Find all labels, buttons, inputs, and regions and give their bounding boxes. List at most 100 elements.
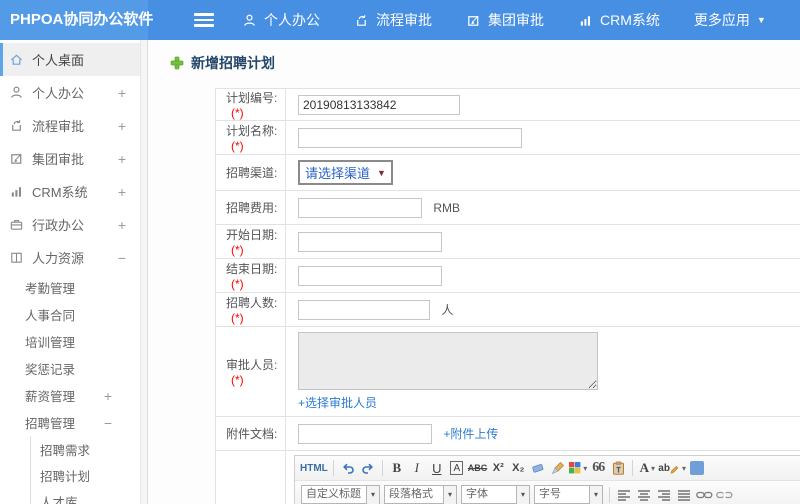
strikethrough-button[interactable]: ABC [468,459,488,477]
headcount-input[interactable] [298,299,430,320]
sidebar-scrollbar[interactable] [140,40,148,504]
expand-icon[interactable]: + [104,388,112,404]
start-date-input[interactable] [298,231,442,252]
align-right-button[interactable] [655,486,673,504]
expand-icon[interactable]: + [118,184,126,200]
hamburger-menu-icon[interactable] [194,10,214,30]
caret-down-icon: ▾ [681,463,686,473]
topnav-personal-office[interactable]: 个人办公 [242,10,320,30]
font-family-dropdown[interactable]: 字体 ▾ [461,485,530,504]
sidebar: 个人桌面 个人办公 + 流程审批 + 集团审批 + CRM系统 + 行政办公 + [0,40,140,504]
sidebar-item-rewards[interactable]: 奖惩记录 [0,355,140,382]
required-mark: (*) [231,243,244,257]
field-label: 招聘人数: [226,296,278,310]
unlink-button[interactable] [715,486,733,504]
person-icon [11,86,22,98]
caret-down-icon[interactable]: ▾ [444,485,457,504]
blockquote-button[interactable]: 66 [589,459,607,477]
sidebar-item-personal-office[interactable]: 个人办公 + [0,76,140,109]
align-center-button[interactable] [635,486,653,504]
sidebar-item-hr-contract[interactable]: 人事合同 [0,301,140,328]
caret-down-icon[interactable]: ▾ [367,485,380,504]
plan-no-input[interactable] [298,94,460,115]
char-border-button[interactable]: A [448,459,466,477]
topnav-crm[interactable]: CRM系统 [578,10,660,30]
collapse-icon[interactable]: − [118,250,126,266]
paragraph-format-dropdown[interactable]: 段落格式 ▾ [384,485,457,504]
caret-down-icon: ▼ [756,15,766,25]
sidebar-item-recruit-plan[interactable]: 招聘计划 [31,462,140,488]
form-row-start-date: 开始日期: (*) [215,224,800,259]
html-source-button[interactable]: HTML [300,459,328,477]
plan-name-input[interactable] [298,127,522,148]
sidebar-item-recruit-mgmt[interactable]: 招聘管理 − [0,409,140,436]
align-justify-button[interactable] [675,486,693,504]
fee-input[interactable] [298,197,422,218]
insert-link-button[interactable] [695,486,713,504]
paste-button[interactable] [609,459,627,477]
headcount-unit: 人 [441,302,454,317]
form-row-attachment: 附件文档: +附件上传 [215,416,800,451]
editor-toolbar-row2: 自定义标题 ▾ 段落格式 ▾ 字体 ▾ 字号 ▾ [295,480,800,504]
expand-icon[interactable]: + [118,118,126,134]
topnav-group-approval[interactable]: 集团审批 [466,10,544,30]
font-size-dropdown[interactable]: 字号 ▾ [534,485,603,504]
collapse-icon[interactable]: − [104,415,112,431]
form-row-end-date: 结束日期: (*) [215,258,800,293]
sidebar-item-talent-pool[interactable]: 人才库 [31,488,140,504]
brush-icon [551,461,565,475]
approver-textarea[interactable] [298,332,598,390]
select-approver-link[interactable]: +选择审批人员 [298,396,377,410]
emotion-button[interactable] [688,459,706,477]
caret-down-icon: ▾ [583,463,588,473]
sidebar-item-salary[interactable]: 薪资管理 + [0,382,140,409]
undo-button[interactable] [339,459,357,477]
caret-down-icon[interactable]: ▾ [590,485,603,504]
topnav-workflow-approval[interactable]: 流程审批 [354,10,432,30]
sidebar-item-crm[interactable]: CRM系统 + [0,175,140,208]
field-label: 附件文档: [226,427,278,441]
channel-select[interactable]: 请选择渠道 ▼ [298,160,393,185]
bold-button[interactable]: B [388,459,406,477]
sidebar-item-workflow-approval[interactable]: 流程审批 + [0,109,140,142]
sidebar-item-desktop[interactable]: 个人桌面 [0,43,140,76]
custom-title-dropdown[interactable]: 自定义标题 ▾ [301,485,380,504]
subscript-button[interactable]: X₂ [509,459,527,477]
caret-down-icon: ▾ [650,463,655,473]
required-mark: (*) [231,311,244,325]
eraser-button[interactable] [529,459,547,477]
form-row-channel: 招聘渠道: 请选择渠道 ▼ [215,154,800,191]
sidebar-item-hr[interactable]: 人力资源 − [0,241,140,274]
format-brush-button[interactable] [549,459,567,477]
undo-icon [342,463,354,474]
attachment-upload-link[interactable]: +附件上传 [443,427,498,441]
edit-icon [468,15,479,26]
expand-icon[interactable]: + [118,151,126,167]
align-left-button[interactable] [615,486,633,504]
form-row-approver: 审批人员: (*) +选择审批人员 [215,326,800,417]
topnav-more-apps[interactable]: 更多应用 ▼ [694,10,766,30]
font-color-button[interactable]: A ▾ [638,459,656,477]
superscript-button[interactable]: X² [489,459,507,477]
attachment-input[interactable] [298,423,432,444]
underline-button[interactable]: U [428,459,446,477]
end-date-input[interactable] [298,265,442,286]
expand-icon[interactable]: + [118,85,126,101]
person-icon [244,14,255,26]
text-color-grid-button[interactable]: ▾ [569,459,587,477]
field-label: 计划名称: [226,124,278,138]
sidebar-item-group-approval[interactable]: 集团审批 + [0,142,140,175]
sidebar-item-attendance[interactable]: 考勤管理 [0,274,140,301]
sidebar-item-training[interactable]: 培训管理 [0,328,140,355]
italic-button[interactable]: I [408,459,426,477]
sidebar-item-admin-office[interactable]: 行政办公 + [0,208,140,241]
redo-button[interactable] [359,459,377,477]
field-label: 招聘渠道: [226,166,278,180]
highlight-color-button[interactable]: ab ▾ [658,459,686,477]
caret-down-icon[interactable]: ▾ [517,485,530,504]
plus-icon [170,56,184,70]
align-left-icon [617,489,630,501]
expand-icon[interactable]: + [118,217,126,233]
sidebar-item-recruit-demand[interactable]: 招聘需求 [31,436,140,462]
workflow-icon [12,120,21,131]
